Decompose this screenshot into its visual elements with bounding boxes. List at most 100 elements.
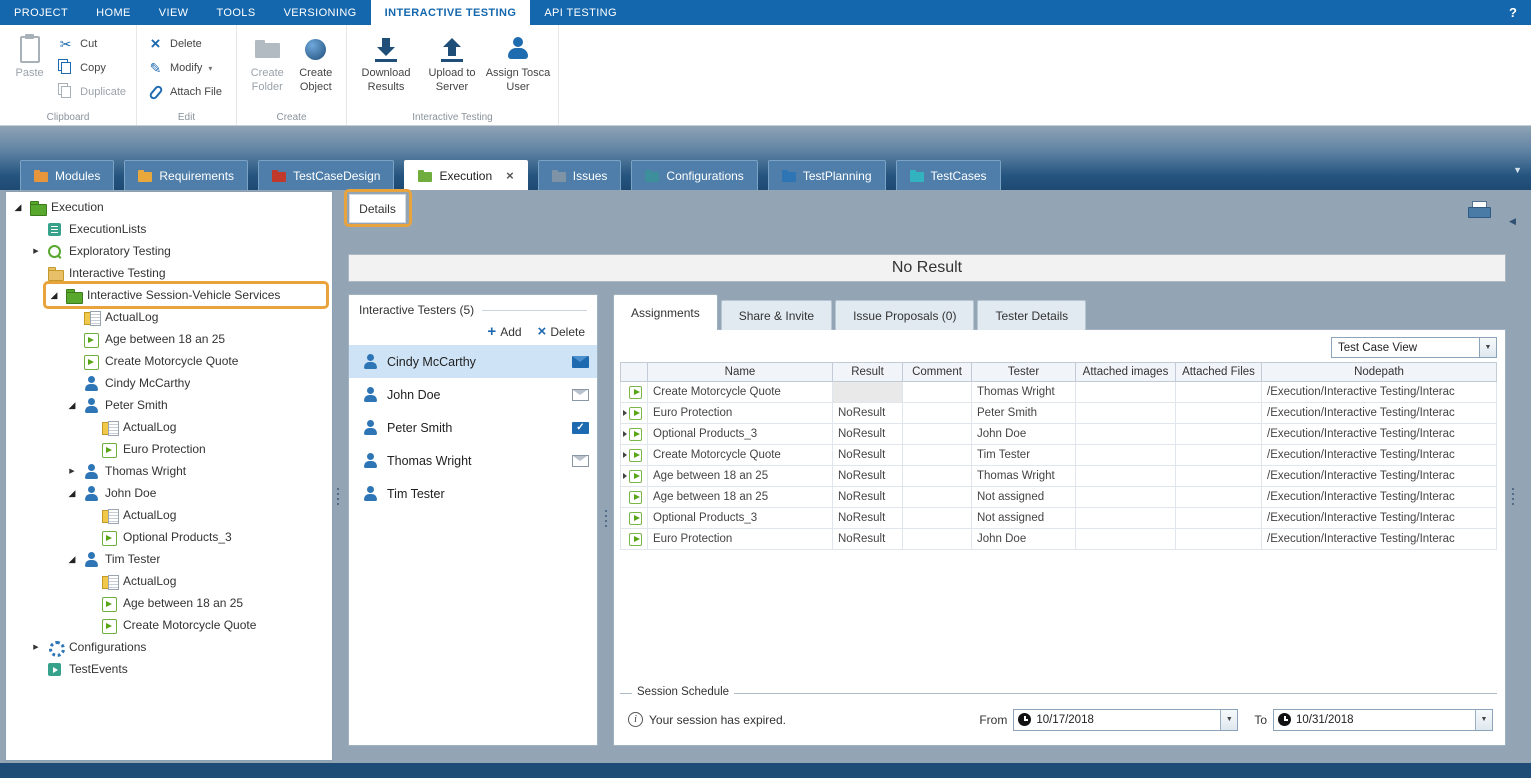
delete-button[interactable]: Delete [143,34,226,54]
tree-item[interactable]: Age between 18 an 25 [6,328,332,350]
table-row[interactable]: Optional Products_3 NoResult John Doe /E… [620,424,1497,445]
tester-row[interactable]: Cindy McCarthy [349,345,597,378]
tree-item[interactable]: Interactive Testing [6,262,332,284]
menu-item[interactable]: TOOLS [202,0,269,25]
tab-overflow-dropdown-icon[interactable] [1513,160,1522,178]
assignments-tab[interactable]: Share & Invite [721,300,832,330]
tree-item[interactable]: ActualLog [6,504,332,526]
assign-tosca-user-button[interactable]: Assign Tosca User [485,27,551,109]
envelope-icon[interactable] [572,422,589,434]
row-expander-icon[interactable] [623,410,627,416]
create-object-button[interactable]: Create Object [292,27,341,109]
assignments-tab[interactable]: Tester Details [977,300,1086,330]
document-tab[interactable]: Requirements × [124,160,248,190]
cut-button[interactable]: Cut [53,34,130,54]
tree-item[interactable]: Age between 18 an 25 [6,592,332,614]
column-header[interactable]: Nodepath [1262,362,1497,382]
column-header-icon[interactable] [620,362,648,382]
document-tab[interactable]: Modules × [20,160,114,190]
to-date-picker[interactable]: 10/31/2018 [1273,709,1493,731]
tree-item[interactable]: Tim Tester [6,548,332,570]
menu-item[interactable]: HOME [82,0,145,25]
tree-item[interactable]: Interactive Session-Vehicle Services [6,284,332,306]
dropdown-arrow-icon[interactable] [1479,338,1496,357]
copy-button[interactable]: Copy [53,58,130,78]
tree-expander-icon[interactable] [30,247,42,255]
envelope-icon[interactable] [572,455,589,467]
modify-button[interactable]: Modify [143,58,226,78]
tree-item[interactable]: Execution [6,196,332,218]
document-tab[interactable]: TestPlanning × [768,160,886,190]
document-tab[interactable]: Configurations × [631,160,757,190]
row-expander-icon[interactable] [623,431,627,437]
document-tab[interactable]: Execution × [404,160,527,190]
menu-item[interactable]: API TESTING [530,0,631,25]
tree-item[interactable]: Create Motorcycle Quote [6,614,332,636]
table-row[interactable]: Create Motorcycle Quote NoResult Tim Tes… [620,445,1497,466]
column-header[interactable]: Name [648,362,833,382]
column-header[interactable]: Result [833,362,903,382]
tree-item[interactable]: ActualLog [6,416,332,438]
tester-row[interactable]: Tim Tester [349,477,597,510]
dropdown-arrow-icon[interactable] [1475,710,1492,730]
menu-item[interactable]: INTERACTIVE TESTING [371,0,531,25]
collapse-panel-icon[interactable] [1509,211,1516,229]
tree-expander-icon[interactable] [48,290,60,301]
download-results-button[interactable]: Download Results [353,27,419,109]
tree-expander-icon[interactable] [12,202,24,213]
tree-item[interactable]: Exploratory Testing [6,240,332,262]
menu-item[interactable]: PROJECT [0,0,82,25]
envelope-icon[interactable] [572,356,589,368]
column-header[interactable]: Comment [903,362,972,382]
splitter-handle[interactable] [602,500,609,536]
tree-item[interactable]: John Doe [6,482,332,504]
tester-row[interactable]: Thomas Wright [349,444,597,477]
duplicate-button[interactable]: Duplicate [53,82,130,102]
menu-item[interactable]: VIEW [145,0,203,25]
tree-item[interactable]: TestEvents [6,658,332,680]
add-tester-button[interactable]: Add [487,325,521,339]
tree-item[interactable]: Optional Products_3 [6,526,332,548]
table-row[interactable]: Euro Protection NoResult Peter Smith /Ex… [620,403,1497,424]
details-tab[interactable]: Details [349,194,406,223]
tree-expander-icon[interactable] [30,643,42,651]
document-tab[interactable]: Issues × [538,160,622,190]
tree-item[interactable]: ExecutionLists [6,218,332,240]
table-row[interactable]: Create Motorcycle Quote Thomas Wright /E… [620,382,1497,403]
tester-row[interactable]: John Doe [349,378,597,411]
document-tab[interactable]: TestCaseDesign × [258,160,394,190]
tree-expander-icon[interactable] [66,400,78,411]
create-folder-button[interactable]: Create Folder [243,27,292,109]
table-row[interactable]: Euro Protection NoResult John Doe /Execu… [620,529,1497,550]
menu-item[interactable]: VERSIONING [270,0,371,25]
assignments-tab[interactable]: Assignments [613,294,718,330]
print-icon[interactable] [1468,201,1490,219]
delete-tester-button[interactable]: Delete [538,325,585,339]
close-tab-icon[interactable]: × [506,171,514,181]
tree-item[interactable]: Thomas Wright [6,460,332,482]
dropdown-arrow-icon[interactable] [1220,710,1237,730]
document-tab[interactable]: TestCases × [896,160,1001,190]
tree-item[interactable]: Cindy McCarthy [6,372,332,394]
assignments-tab[interactable]: Issue Proposals (0) [835,300,974,330]
row-expander-icon[interactable] [623,452,627,458]
tree-item[interactable]: Create Motorcycle Quote [6,350,332,372]
tree-expander-icon[interactable] [66,467,78,475]
attach-file-button[interactable]: Attach File [143,82,226,102]
column-header[interactable]: Tester [972,362,1076,382]
caret-down-icon[interactable] [208,62,212,74]
tree-item[interactable]: ActualLog [6,570,332,592]
tree-item[interactable]: Peter Smith [6,394,332,416]
table-row[interactable]: Optional Products_3 NoResult Not assigne… [620,508,1497,529]
tree-item[interactable]: Configurations [6,636,332,658]
upload-to-server-button[interactable]: Upload to Server [419,27,485,109]
tree-expander-icon[interactable] [66,554,78,565]
tree-item[interactable]: Euro Protection [6,438,332,460]
paste-button[interactable]: Paste [6,27,53,109]
tree-item[interactable]: ActualLog [6,306,332,328]
table-row[interactable]: Age between 18 an 25 NoResult Not assign… [620,487,1497,508]
splitter-handle[interactable] [334,478,341,514]
column-header[interactable]: Attached images [1076,362,1176,382]
row-expander-icon[interactable] [623,473,627,479]
from-date-picker[interactable]: 10/17/2018 [1013,709,1238,731]
